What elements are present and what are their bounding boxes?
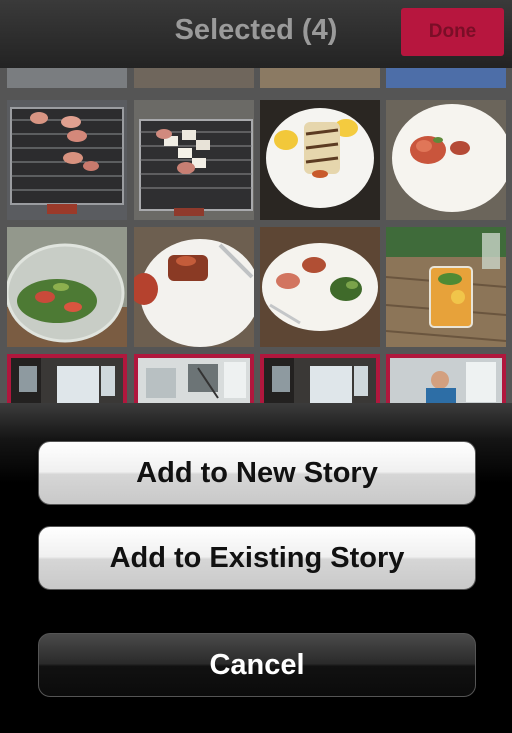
plate-meat-photo	[134, 227, 254, 347]
drink-glass-photo	[386, 227, 506, 347]
photo-thumbnail[interactable]	[386, 100, 506, 220]
plate-food-photo	[260, 227, 380, 347]
photo-thumbnail-selected[interactable]	[386, 354, 506, 403]
add-to-new-story-button[interactable]: Add to New Story	[38, 441, 476, 505]
photo-thumbnail[interactable]	[386, 68, 506, 88]
photo-thumbnail[interactable]	[260, 227, 380, 347]
photo-thumbnail[interactable]	[386, 227, 506, 347]
photo-thumbnail-selected[interactable]	[260, 354, 380, 403]
photo-thumbnail[interactable]	[134, 68, 254, 88]
photo-thumbnail[interactable]	[7, 227, 127, 347]
photo-thumbnail[interactable]	[7, 100, 127, 220]
add-to-existing-story-button[interactable]: Add to Existing Story	[38, 526, 476, 590]
action-sheet: Add to New Story Add to Existing Story C…	[0, 403, 512, 733]
grill-photo	[7, 100, 127, 220]
navigation-bar: Selected (4) Done	[0, 0, 512, 69]
photo-thumbnail[interactable]	[134, 100, 254, 220]
grill-halloumi-photo	[134, 100, 254, 220]
photo-thumbnail[interactable]	[134, 227, 254, 347]
done-button[interactable]: Done	[401, 8, 504, 56]
room-photo-selected	[138, 358, 250, 403]
photo-grid	[0, 68, 512, 403]
photo-thumbnail[interactable]	[7, 68, 127, 88]
bowl-salad-photo	[7, 227, 127, 347]
halloumi-plate-photo	[260, 100, 380, 220]
salad-plate-photo	[386, 100, 506, 220]
room-photo-selected	[11, 358, 123, 403]
photo-thumbnail[interactable]	[260, 68, 380, 88]
cancel-button[interactable]: Cancel	[38, 633, 476, 697]
photo-thumbnail-selected[interactable]	[7, 354, 127, 403]
photo-thumbnail-selected[interactable]	[134, 354, 254, 403]
photo-thumbnail[interactable]	[260, 100, 380, 220]
person-photo-selected	[390, 358, 502, 403]
room-photo-selected	[264, 358, 376, 403]
